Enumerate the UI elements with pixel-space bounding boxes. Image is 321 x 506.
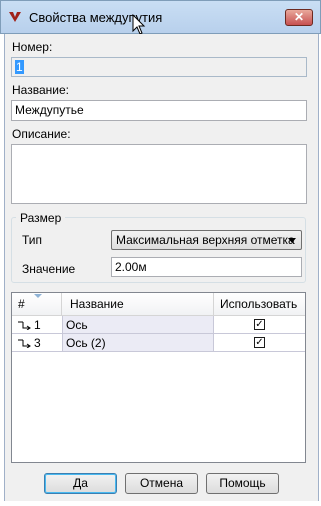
description-label: Описание: bbox=[12, 127, 71, 141]
size-group-title: Размер bbox=[16, 211, 66, 225]
cancel-button[interactable]: Отмена bbox=[125, 473, 198, 494]
row-name-cell[interactable]: Ось (2) bbox=[63, 334, 214, 352]
row-number-cell: 3 bbox=[12, 334, 63, 352]
row-use-cell: ✓ bbox=[214, 316, 305, 334]
table-header: # Название Использовать bbox=[12, 293, 305, 316]
name-value: Междупутье bbox=[15, 103, 84, 117]
help-button[interactable]: Помощь bbox=[206, 473, 279, 494]
table-row[interactable]: 3 Ось (2) ✓ bbox=[12, 334, 305, 352]
name-field[interactable]: Междупутье bbox=[11, 100, 307, 121]
value-label: Значение bbox=[22, 262, 76, 276]
row-number-cell: 1 bbox=[12, 316, 63, 334]
number-value: 1 bbox=[15, 60, 24, 74]
close-icon: ✕ bbox=[293, 10, 305, 24]
close-button[interactable]: ✕ bbox=[285, 9, 313, 26]
column-header-use[interactable]: Использовать bbox=[214, 293, 305, 315]
type-dropdown[interactable]: Максимальная верхняя отметка bbox=[111, 230, 302, 250]
table-row[interactable]: 1 Ось ✓ bbox=[12, 316, 305, 334]
axis-link-icon bbox=[18, 339, 31, 348]
number-field[interactable]: 1 bbox=[11, 57, 307, 77]
mouse-cursor-icon bbox=[132, 14, 146, 35]
axis-link-icon bbox=[18, 321, 31, 330]
row-use-cell: ✓ bbox=[214, 334, 305, 352]
name-label: Название: bbox=[12, 83, 69, 97]
app-icon bbox=[9, 12, 21, 22]
value-value: 2.00м bbox=[115, 260, 147, 274]
row-name-cell[interactable]: Ось bbox=[63, 316, 214, 334]
value-field[interactable]: 2.00м bbox=[111, 257, 302, 277]
chevron-down-icon bbox=[288, 238, 296, 243]
title-bar[interactable]: Свойства междупутия ✕ bbox=[0, 0, 321, 34]
type-value: Максимальная верхняя отметка bbox=[116, 233, 295, 247]
type-label: Тип bbox=[22, 233, 43, 247]
use-checkbox[interactable]: ✓ bbox=[254, 319, 265, 330]
use-checkbox[interactable]: ✓ bbox=[254, 337, 265, 348]
description-field[interactable] bbox=[11, 144, 307, 204]
axes-table[interactable]: # Название Использовать 1 Ось ✓ 3 Ось (2… bbox=[11, 292, 306, 463]
number-label: Номер: bbox=[12, 40, 53, 54]
ok-button[interactable]: Да bbox=[44, 473, 117, 494]
column-header-number[interactable]: # bbox=[12, 293, 62, 315]
column-header-name[interactable]: Название bbox=[62, 293, 214, 315]
sort-arrow-icon bbox=[34, 294, 42, 298]
